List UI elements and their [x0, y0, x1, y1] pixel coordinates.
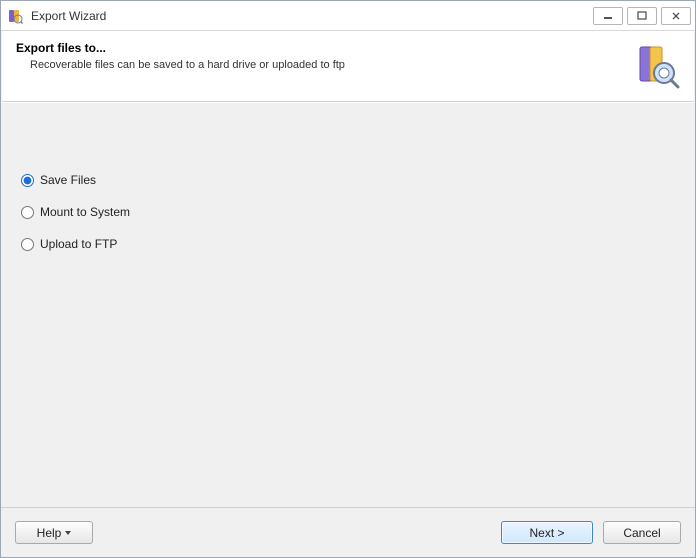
app-icon — [7, 8, 23, 24]
caret-down-icon — [65, 531, 71, 535]
radio-upload-ftp-input[interactable] — [21, 238, 34, 251]
maximize-button[interactable] — [627, 7, 657, 25]
radio-mount-to-system[interactable]: Mount to System — [21, 205, 695, 219]
cancel-button-label: Cancel — [623, 526, 660, 540]
wizard-header: Export files to... Recoverable files can… — [2, 31, 694, 102]
window-controls — [589, 7, 691, 25]
radio-upload-to-ftp[interactable]: Upload to FTP — [21, 237, 695, 251]
minimize-button[interactable] — [593, 7, 623, 25]
radio-label: Upload to FTP — [40, 237, 117, 251]
radio-label: Mount to System — [40, 205, 130, 219]
next-button[interactable]: Next > — [501, 521, 593, 544]
export-wizard-window: Export Wizard Export files to... Recover… — [0, 0, 696, 558]
wizard-body: Save Files Mount to System Upload to FTP — [1, 102, 695, 507]
help-button[interactable]: Help — [15, 521, 93, 544]
close-button[interactable] — [661, 7, 691, 25]
wizard-graphic-icon — [632, 41, 680, 89]
help-button-label: Help — [37, 526, 62, 540]
page-title: Export files to... — [16, 41, 624, 55]
radio-label: Save Files — [40, 173, 96, 187]
cancel-button[interactable]: Cancel — [603, 521, 681, 544]
next-button-label: Next > — [529, 526, 564, 540]
window-title: Export Wizard — [31, 9, 106, 23]
radio-save-files-input[interactable] — [21, 174, 34, 187]
radio-mount-input[interactable] — [21, 206, 34, 219]
radio-save-files[interactable]: Save Files — [21, 173, 695, 187]
titlebar: Export Wizard — [1, 1, 695, 31]
wizard-footer: Help Next > Cancel — [1, 507, 695, 557]
page-subtitle: Recoverable files can be saved to a hard… — [30, 59, 624, 71]
